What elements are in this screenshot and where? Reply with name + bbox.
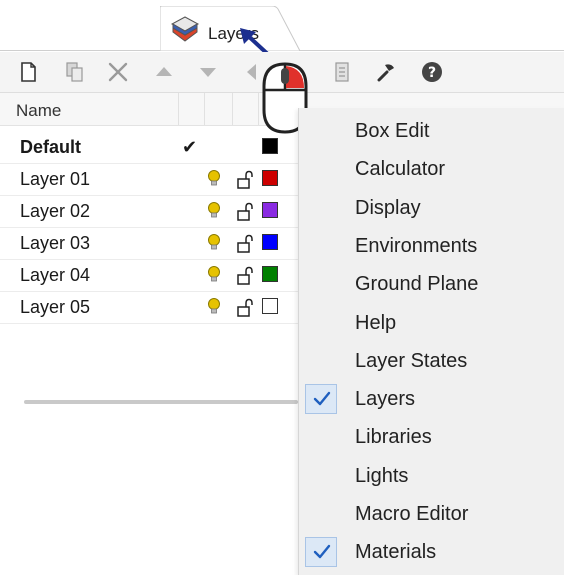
current-layer-check-icon[interactable]: ✔	[182, 137, 197, 158]
panel-tab-strip: Layers	[0, 0, 564, 60]
move-down-icon[interactable]	[196, 60, 220, 84]
column-name-header[interactable]: Name	[16, 101, 61, 121]
menu-item-label: Layers	[355, 388, 416, 411]
layer-row[interactable]: Layer 04	[0, 260, 300, 292]
menu-item-box-edit[interactable]: Box Edit	[299, 112, 564, 150]
menu-item-help[interactable]: Help	[299, 304, 564, 342]
menu-item-label: Ground Plane	[355, 273, 479, 296]
unlocked-padlock-icon[interactable]	[236, 202, 254, 221]
menu-item-label: Display	[355, 196, 421, 219]
help-icon[interactable]: ?	[420, 60, 444, 84]
layer-row[interactable]: Layer 03	[0, 228, 300, 260]
layer-color-swatch[interactable]	[262, 266, 278, 282]
lightbulb-visibility-icon[interactable]	[206, 265, 222, 285]
checkmark-icon	[305, 537, 337, 568]
properties-icon[interactable]	[330, 60, 354, 84]
new-layer-icon[interactable]	[16, 60, 40, 84]
layer-color-swatch[interactable]	[262, 138, 278, 154]
panels-context-menu: Box Edit Calculator Display Environments Gro…	[298, 108, 564, 575]
lightbulb-visibility-icon[interactable]	[206, 297, 222, 317]
move-up-icon[interactable]	[152, 60, 176, 84]
svg-text:?: ?	[428, 65, 436, 81]
layer-row[interactable]: Layer 01	[0, 164, 300, 196]
menu-item-label: Help	[355, 311, 397, 334]
layers-panel-icon	[170, 16, 200, 42]
column-separator	[232, 93, 233, 125]
unlocked-padlock-icon[interactable]	[236, 298, 254, 317]
layer-color-swatch[interactable]	[262, 234, 278, 250]
menu-item-environments[interactable]: Environments	[299, 227, 564, 265]
menu-item-macro-editor[interactable]: Macro Editor	[299, 495, 564, 533]
layer-name: Layer 01	[20, 169, 91, 189]
tab-layers[interactable]: Layers	[160, 6, 300, 51]
column-separator	[178, 93, 179, 125]
menu-item-layers[interactable]: Layers	[299, 380, 564, 418]
menu-item-label: Environments	[355, 234, 478, 257]
menu-item-label: Layer States	[355, 349, 468, 372]
layer-name: Layer 04	[20, 265, 91, 285]
lightbulb-visibility-icon[interactable]	[206, 169, 222, 189]
menu-item-label: Box Edit	[355, 120, 430, 142]
copy-layer-icon[interactable]	[62, 60, 86, 84]
horizontal-scrollbar[interactable]	[24, 400, 298, 404]
checkmark-icon	[305, 384, 337, 415]
layer-row[interactable]: Layer 02	[0, 196, 300, 228]
layer-row[interactable]: Default ✔	[0, 132, 300, 164]
menu-item-ground-plane[interactable]: Ground Plane	[299, 265, 564, 303]
menu-item-libraries[interactable]: Libraries	[299, 418, 564, 456]
layer-name: Layer 05	[20, 297, 91, 317]
layer-name: Layer 03	[20, 233, 91, 253]
menu-item-label: Macro Editor	[355, 503, 469, 525]
delete-icon[interactable]	[106, 60, 130, 84]
layer-color-swatch[interactable]	[262, 170, 278, 186]
menu-item-materials[interactable]: Materials	[299, 533, 564, 571]
menu-item-layer-states[interactable]: Layer States	[299, 342, 564, 380]
layer-row[interactable]: Layer 05	[0, 292, 300, 324]
menu-item-display[interactable]: Display	[299, 189, 564, 227]
menu-item-lights[interactable]: Lights	[299, 457, 564, 495]
tools-icon[interactable]	[374, 60, 398, 84]
menu-item-label: Libraries	[355, 426, 432, 449]
layer-color-swatch[interactable]	[262, 298, 278, 314]
lightbulb-visibility-icon[interactable]	[206, 201, 222, 221]
layer-name: Default	[20, 137, 82, 157]
column-separator	[204, 93, 205, 125]
layer-name: Layer 02	[20, 201, 91, 221]
menu-item-label: Lights	[355, 464, 409, 487]
layer-color-swatch[interactable]	[262, 202, 278, 218]
unlocked-padlock-icon[interactable]	[236, 234, 254, 253]
menu-item-label: Calculator	[355, 158, 446, 181]
lightbulb-visibility-icon[interactable]	[206, 233, 222, 253]
menu-item-calculator[interactable]: Calculator	[299, 150, 564, 188]
unlocked-padlock-icon[interactable]	[236, 266, 254, 285]
unlocked-padlock-icon[interactable]	[236, 170, 254, 189]
menu-item-label: Materials	[355, 541, 437, 564]
